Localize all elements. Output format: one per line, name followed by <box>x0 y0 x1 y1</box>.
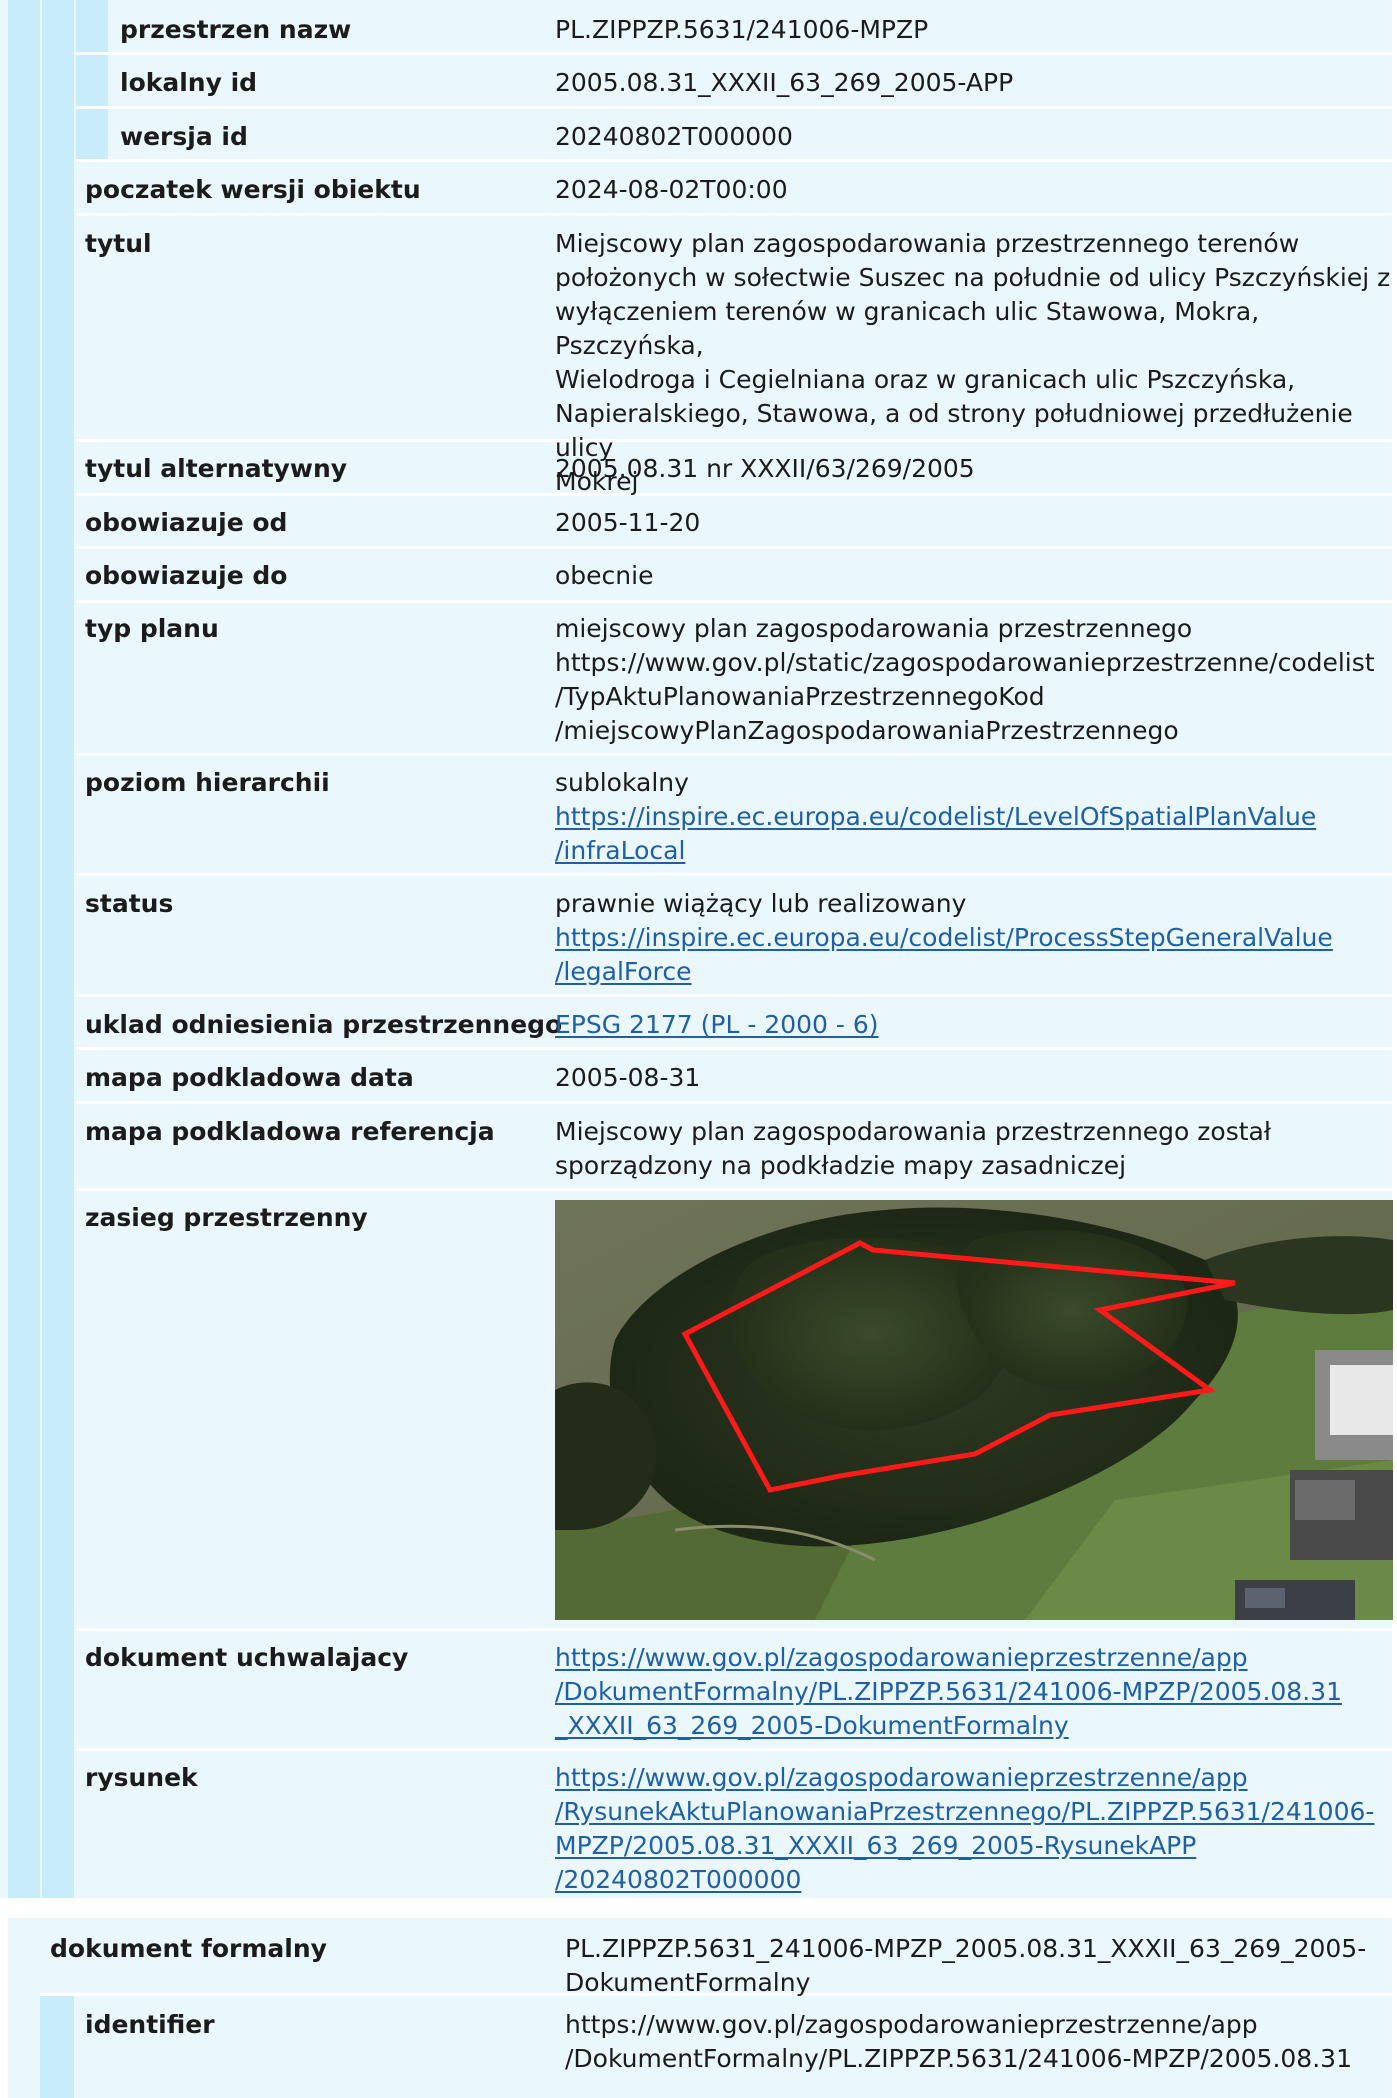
field-label-lokalny-id: lokalny id <box>120 68 258 97</box>
document-page: przestrzen nazw PL.ZIPPZP.5631/241006-MP… <box>0 0 1397 2098</box>
link-rysunek[interactable]: https://www.gov.pl/zagospodarowanieprzes… <box>555 1761 1397 1897</box>
upper-inner-bar-2 <box>42 0 74 1898</box>
field-label-tytul: tytul <box>85 229 152 258</box>
row-separator <box>76 1188 1392 1191</box>
row-separator <box>76 994 1392 997</box>
field-label-tytul-alternatywny: tytul alternatywny <box>85 454 348 483</box>
row-separator <box>76 52 1392 55</box>
row-separator <box>76 1628 1392 1631</box>
field-value-mapa-podkladowa-data: 2005-08-31 <box>555 1063 701 1092</box>
spatial-extent-map <box>555 1200 1393 1620</box>
field-value-status: prawnie wiążący lub realizowany <box>555 889 967 918</box>
row-separator <box>76 213 1392 216</box>
field-value-przestrzen-nazw: PL.ZIPPZP.5631/241006-MPZP <box>555 15 929 44</box>
upper-outer-bar <box>8 0 40 1898</box>
link-status[interactable]: https://inspire.ec.europa.eu/codelist/Pr… <box>555 921 1397 989</box>
field-label-typ-planu: typ planu <box>85 614 219 643</box>
row-separator <box>76 600 1392 603</box>
field-value-obowiazuje-do: obecnie <box>555 561 654 590</box>
field-value-poczatek-wersji: 2024-08-02T00:00 <box>555 175 788 204</box>
aerial-map-image <box>555 1200 1393 1620</box>
field-label-poczatek-wersji: poczatek wersji obiektu <box>85 175 421 204</box>
row-separator <box>76 546 1392 549</box>
field-label-przestrzen-nazw: przestrzen nazw <box>120 15 352 44</box>
row-separator <box>76 873 1392 876</box>
field-value-typ-planu: miejscowy plan zagospodarowania przestrz… <box>555 614 1375 745</box>
field-value-lokalny-id: 2005.08.31_XXXII_63_269_2005-APP <box>555 68 1014 97</box>
field-label-dokument-formalny: dokument formalny <box>50 1934 327 1963</box>
row-separator <box>76 753 1392 756</box>
link-uklad-odniesienia[interactable]: EPSG 2177 (PL - 2000 - 6) <box>555 1008 1397 1042</box>
field-label-dokument-uchwalajacy: dokument uchwalajacy <box>85 1643 409 1672</box>
field-label-obowiazuje-od: obowiazuje od <box>85 508 288 537</box>
field-label-uklad-odniesienia: uklad odniesienia przestrzennego <box>85 1010 563 1039</box>
row-separator <box>76 1047 1392 1050</box>
nested-bar <box>76 0 108 159</box>
field-value-tytul-alternatywny: 2005.08.31 nr XXXII/63/269/2005 <box>555 454 975 483</box>
lower-outer-bar <box>8 1918 40 2098</box>
field-value-wersja-id: 20240802T000000 <box>555 122 793 151</box>
link-poziom-hierarchii[interactable]: https://inspire.ec.europa.eu/codelist/Le… <box>555 800 1397 868</box>
field-value-dokument-formalny: PL.ZIPPZP.5631_241006-MPZP_2005.08.31_XX… <box>565 1934 1367 1997</box>
field-label-wersja-id: wersja id <box>120 122 248 151</box>
field-label-poziom-hierarchii: poziom hierarchii <box>85 768 330 797</box>
field-label-obowiazuje-do: obowiazuje do <box>85 561 288 590</box>
row-separator <box>76 1101 1392 1104</box>
field-value-obowiazuje-od: 2005-11-20 <box>555 508 701 537</box>
field-value-identifier: https://www.gov.pl/zagospodarowanieprzes… <box>565 2010 1352 2073</box>
row-separator <box>76 159 1392 162</box>
field-label-zasieg-przestrzenny: zasieg przestrzenny <box>85 1203 368 1232</box>
row-separator <box>76 106 1392 109</box>
lower-inner-bar <box>40 1995 74 2098</box>
field-label-identifier: identifier <box>85 2010 215 2039</box>
field-label-mapa-podkladowa-data: mapa podkladowa data <box>85 1063 414 1092</box>
row-separator <box>76 1748 1392 1751</box>
link-dokument-uchwalajacy[interactable]: https://www.gov.pl/zagospodarowanieprzes… <box>555 1641 1397 1743</box>
field-value-mapa-podkladowa-referencja: Miejscowy plan zagospodarowania przestrz… <box>555 1117 1271 1180</box>
field-value-poziom-hierarchii: sublokalny <box>555 768 689 797</box>
field-label-mapa-podkladowa-referencja: mapa podkladowa referencja <box>85 1117 495 1146</box>
field-label-status: status <box>85 889 174 918</box>
field-label-rysunek: rysunek <box>85 1763 198 1792</box>
